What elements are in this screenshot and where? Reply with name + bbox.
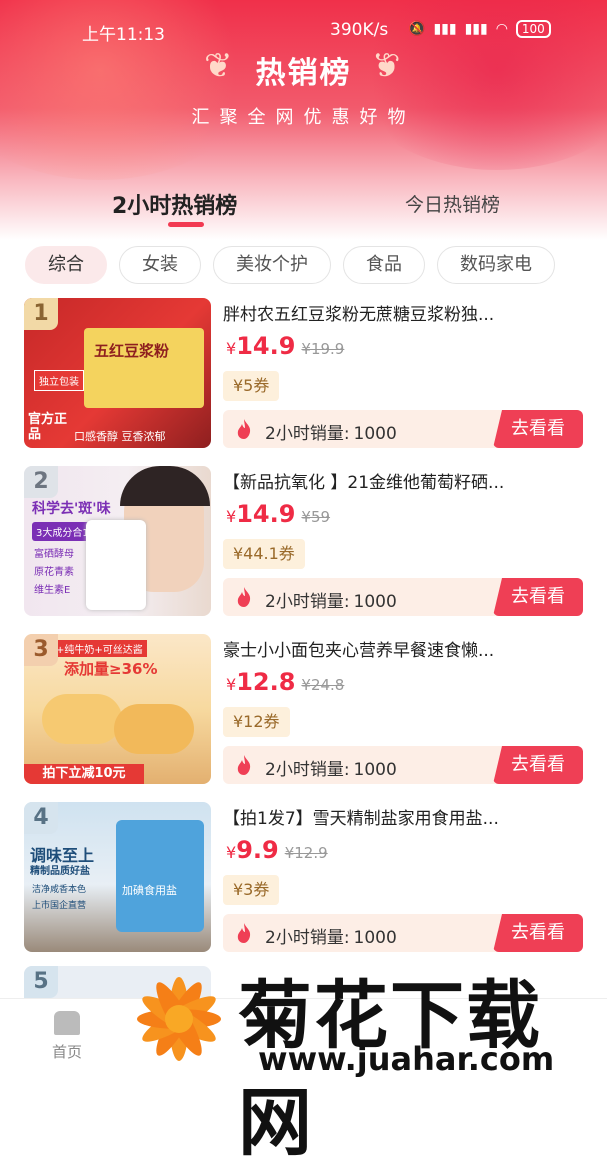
category-digital[interactable]: 数码家电 (437, 246, 555, 284)
product-card[interactable]: 鸡蛋+纯牛奶+可丝达酱 添加量≥36% 拍下立减10元 3 豪士小小面包夹心营养… (24, 634, 584, 786)
product-image[interactable]: 科学去'斑'味 3大成分合1 富硒酵母 原花青素 维生素E 2 (24, 466, 211, 616)
signal-icon-2: ▮▮▮ (464, 21, 488, 37)
sales-label: 2小时销量: 1000 (265, 760, 397, 780)
fire-icon (237, 587, 251, 607)
product-name[interactable]: 【拍1发7】雪天精制盐家用食用盐... (223, 804, 583, 829)
page-title: 热销榜 (255, 56, 352, 91)
sales-count: 1000 (353, 760, 397, 780)
category-all[interactable]: 综合 (25, 246, 107, 284)
product-image[interactable]: 调味至上 精制品质好盐 洁净咸香本色 上市国企直营 加碘食用盐 4 (24, 802, 211, 952)
original-price: ¥59 (301, 508, 331, 526)
sales-bar: 2小时销量: 1000 去看看 (223, 578, 583, 616)
thumb-badge: 独立包装 (34, 370, 84, 391)
thumb-items: 洁净咸香本色 上市国企直营 (32, 885, 87, 911)
thumb-text: 科学去'斑'味 (32, 501, 111, 517)
product-name[interactable]: 【新品抗氧化 】21金维他葡萄籽硒... (223, 468, 583, 493)
status-icons: 🔕 ▮▮▮ ▮▮▮ ◠ 100 (408, 20, 551, 38)
sales-label: 2小时销量: 1000 (265, 928, 397, 948)
watermark: 菊花下载网 www.juahar.com (118, 958, 607, 1166)
coupon-badge: ¥44.1券 (223, 539, 305, 569)
home-icon (54, 1011, 80, 1035)
thumb-items: 富硒酵母 原花青素 维生素E (34, 549, 74, 596)
go-view-button[interactable]: 去看看 (493, 746, 583, 784)
category-women[interactable]: 女装 (119, 246, 201, 284)
product-price: ¥14.9 ¥59 (226, 500, 331, 528)
category-filter: 综合 女装 美妆个护 食品 数码家电 (25, 246, 607, 284)
thumb-bottom: 口感香醇 豆香浓郁 (74, 430, 166, 443)
product-image[interactable]: 五红豆浆粉 独立包装 官方正品 口感香醇 豆香浓郁 1 (24, 298, 211, 448)
coupon-badge: ¥5券 (223, 371, 280, 401)
tab-2hour[interactable]: 2小时热销榜 (112, 188, 237, 220)
status-time: 上午11:13 (82, 25, 165, 45)
original-price: ¥12.9 (284, 844, 328, 862)
fire-icon (237, 923, 251, 943)
mute-icon: 🔕 (408, 21, 426, 37)
original-price: ¥19.9 (301, 340, 345, 358)
thumb-bottom: 拍下立减10元 (24, 764, 144, 784)
sales-label: 2小时销量: 1000 (265, 424, 397, 444)
flower-logo-icon (137, 977, 221, 1061)
product-price: ¥9.9 ¥12.9 (226, 836, 328, 864)
sales-count: 1000 (353, 928, 397, 948)
status-bar: 上午11:13 390K/s 🔕 ▮▮▮ ▮▮▮ ◠ 100 (0, 20, 607, 45)
active-tab-indicator (168, 222, 204, 227)
tab-today[interactable]: 今日热销榜 (405, 190, 500, 217)
coupon-badge: ¥12券 (223, 707, 290, 737)
sales-count: 1000 (353, 592, 397, 612)
thumb-bag-label: 加碘食用盐 (122, 884, 177, 897)
original-price: ¥24.8 (301, 676, 345, 694)
sales-bar: 2小时销量: 1000 去看看 (223, 746, 583, 784)
network-speed: 390K/s (330, 20, 389, 40)
fire-icon (237, 755, 251, 775)
product-card[interactable]: 科学去'斑'味 3大成分合1 富硒酵母 原花青素 维生素E 2 【新品抗氧化 】21… (24, 466, 584, 618)
battery-icon: 100 (515, 20, 551, 38)
sales-bar: 2小时销量: 1000 去看看 (223, 410, 583, 448)
rank-badge: 3 (24, 634, 58, 666)
rank-badge: 5 (24, 966, 58, 998)
sales-label: 2小时销量: 1000 (265, 592, 397, 612)
thumb-sub: 添加量≥36% (64, 660, 158, 678)
page-subtitle: 汇聚全网优惠好物 (191, 107, 416, 128)
watermark-url: www.juahar.com (258, 1040, 555, 1078)
category-beauty[interactable]: 美妆个护 (213, 246, 331, 284)
product-price: ¥14.9 ¥19.9 (226, 332, 345, 360)
sales-bar: 2小时销量: 1000 去看看 (223, 914, 583, 952)
thumb-sub: 3大成分合1 (32, 522, 93, 541)
product-price: ¥12.8 ¥24.8 (226, 668, 345, 696)
go-view-button[interactable]: 去看看 (493, 914, 583, 952)
thumb-side: 官方正品 (28, 412, 68, 442)
category-food[interactable]: 食品 (343, 246, 425, 284)
rank-badge: 2 (24, 466, 58, 498)
product-name[interactable]: 胖村农五红豆浆粉无蔗糖豆浆粉独... (223, 300, 583, 325)
rank-badge: 1 (24, 298, 58, 330)
rank-badge: 4 (24, 802, 58, 834)
thumb-sub: 精制品质好盐 (30, 866, 90, 877)
wifi-icon: ◠ (495, 21, 508, 37)
product-name[interactable]: 豪士小小面包夹心营养早餐速食懒... (223, 636, 583, 661)
signal-icon: ▮▮▮ (433, 21, 457, 37)
nav-home[interactable]: 首页 (52, 1011, 82, 1062)
go-view-button[interactable]: 去看看 (493, 578, 583, 616)
coupon-badge: ¥3券 (223, 875, 280, 905)
sales-count: 1000 (353, 424, 397, 444)
go-view-button[interactable]: 去看看 (493, 410, 583, 448)
product-card[interactable]: 调味至上 精制品质好盐 洁净咸香本色 上市国企直营 加碘食用盐 4 【拍1发7】雪… (24, 802, 584, 954)
fire-icon (237, 419, 251, 439)
product-image[interactable]: 鸡蛋+纯牛奶+可丝达酱 添加量≥36% 拍下立减10元 3 (24, 634, 211, 784)
product-card[interactable]: 五红豆浆粉 独立包装 官方正品 口感香醇 豆香浓郁 1 胖村农五红豆浆粉无蔗糖豆… (24, 298, 584, 450)
ranking-tabs: 2小时热销榜 今日热销榜 (0, 182, 607, 232)
thumb-text: 五红豆浆粉 (94, 342, 170, 360)
nav-home-label: 首页 (52, 1043, 83, 1061)
